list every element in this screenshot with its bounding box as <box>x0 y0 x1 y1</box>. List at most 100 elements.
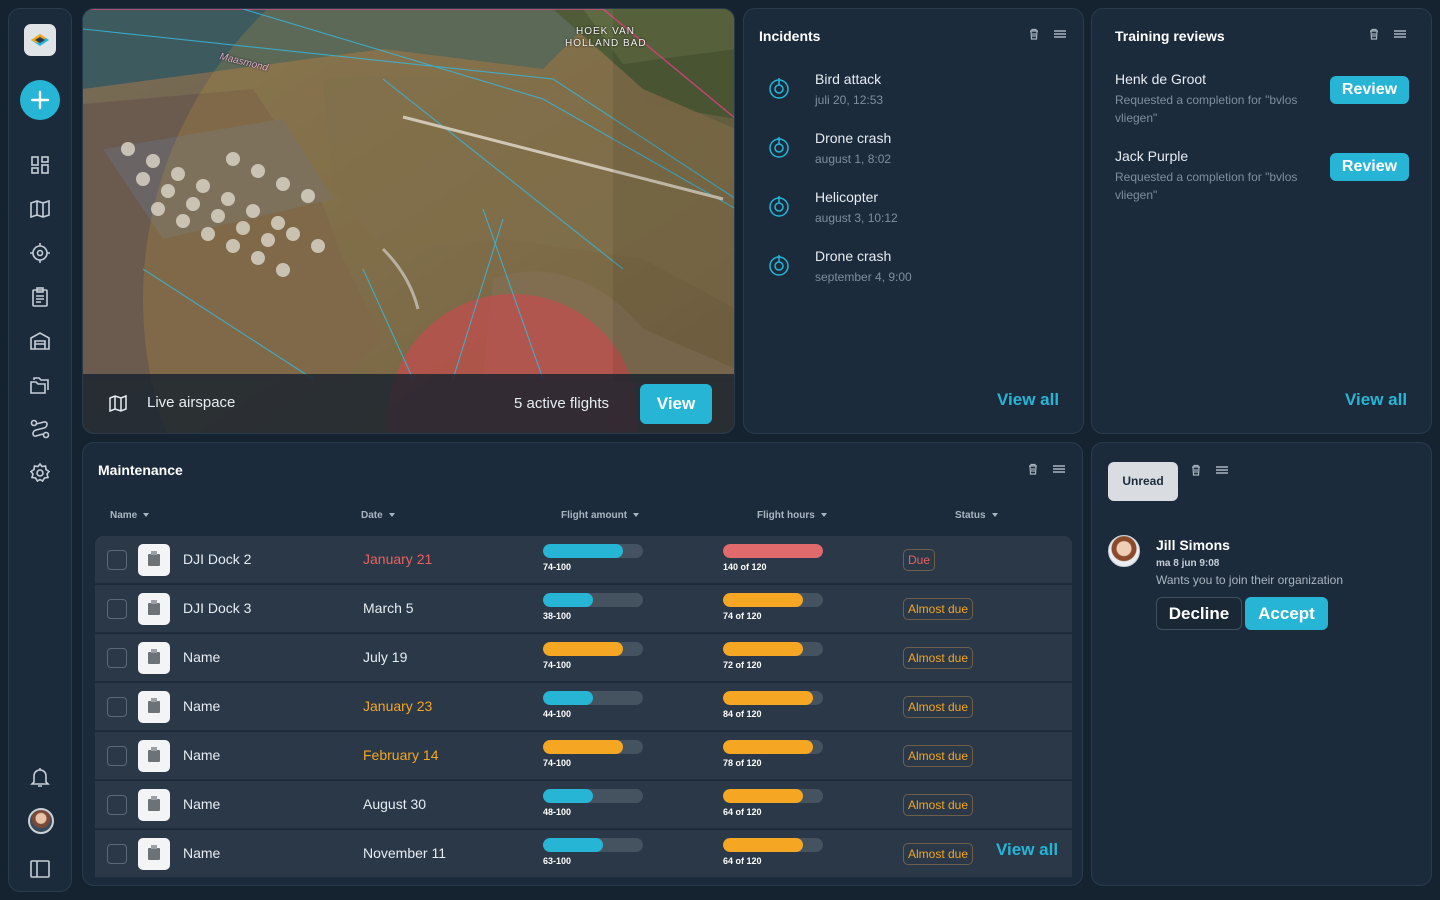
trash-icon[interactable] <box>1367 27 1381 41</box>
flight-amount-fill <box>543 544 623 558</box>
app-logo[interactable] <box>24 24 56 56</box>
table-row[interactable]: Name November 11 63-100 64 of 120 Almost due <box>95 830 1072 878</box>
map-label-town: HOEK VAN <box>576 26 635 37</box>
flight-hours-bar <box>723 740 823 754</box>
menu-icon[interactable] <box>1393 27 1407 41</box>
review-button[interactable]: Review <box>1330 76 1409 104</box>
training-title: Training reviews <box>1115 28 1225 44</box>
column-header-name[interactable]: Name <box>110 510 149 521</box>
table-row[interactable]: Name February 14 74-100 78 of 120 Almost due <box>95 732 1072 780</box>
table-row[interactable]: DJI Dock 2 January 21 74-100 140 of 120 Due <box>95 536 1072 584</box>
flight-hours-fill <box>723 593 803 607</box>
incident-item[interactable]: Helicopter august 3, 10:12 <box>766 189 1066 233</box>
settings-icon[interactable] <box>28 461 52 485</box>
trash-icon[interactable] <box>1026 462 1040 476</box>
flight-amount-bar <box>543 544 643 558</box>
column-header-flight-hours[interactable]: Flight hours <box>757 510 827 521</box>
review-description: Requested a completion for "bvlos vliege… <box>1115 170 1298 202</box>
flight-hours-fill <box>723 740 813 754</box>
incident-title: Drone crash <box>815 130 892 146</box>
flight-hours-bar <box>723 593 823 607</box>
incidents-panel: Incidents Bird attack juli 20, 12:53 Dro… <box>743 8 1084 434</box>
status-badge: Almost due <box>903 794 974 816</box>
notifications-panel: Unread Jill Simons ma 8 jun 9:08 Wants y… <box>1091 442 1432 886</box>
flight-amount-bar <box>543 789 643 803</box>
accept-button[interactable]: Accept <box>1245 597 1328 630</box>
row-checkbox[interactable] <box>107 697 127 717</box>
row-checkbox[interactable] <box>107 795 127 815</box>
table-row[interactable]: Name July 19 74-100 72 of 120 Almost due <box>95 634 1072 682</box>
asset-name: Name <box>183 845 221 861</box>
maintenance-date: August 30 <box>363 796 427 812</box>
row-checkbox[interactable] <box>107 599 127 619</box>
unread-filter-button[interactable]: Unread <box>1108 462 1178 501</box>
panel-toggle-icon[interactable] <box>28 857 52 881</box>
maintenance-panel: Maintenance Name Date Flight amount Flig… <box>82 442 1083 886</box>
flight-amount-bar <box>543 593 643 607</box>
flight-amount-fill <box>543 740 623 754</box>
column-header-flight-amount[interactable]: Flight amount <box>561 510 639 521</box>
maintenance-view-all-link[interactable]: View all <box>996 840 1058 860</box>
flight-amount-bar <box>543 642 643 656</box>
flight-amount-label: 38-100 <box>543 611 572 621</box>
row-checkbox[interactable] <box>107 648 127 668</box>
asset-name: DJI Dock 2 <box>183 551 252 567</box>
table-row[interactable]: Name August 30 48-100 64 of 120 Almost due <box>95 781 1072 829</box>
map-icon <box>108 393 128 413</box>
row-checkbox[interactable] <box>107 550 127 570</box>
incident-item[interactable]: Drone crash august 1, 8:02 <box>766 130 1066 174</box>
incident-item[interactable]: Drone crash september 4, 9:00 <box>766 248 1066 292</box>
table-row[interactable]: DJI Dock 3 March 5 38-100 74 of 120 Almost d… <box>95 585 1072 633</box>
incident-date: august 3, 10:12 <box>815 211 898 225</box>
incident-item[interactable]: Bird attack juli 20, 12:53 <box>766 71 1066 115</box>
add-button[interactable] <box>20 80 60 120</box>
reviewer-name: Henk de Groot <box>1115 71 1207 87</box>
view-airspace-button[interactable]: View <box>640 384 712 424</box>
table-row[interactable]: Name January 23 44-100 84 of 120 Almost due <box>95 683 1072 731</box>
bell-icon[interactable] <box>28 765 52 789</box>
live-airspace-map[interactable]: HOEK VAN HOLLAND BAD Maasmond Live airsp… <box>82 8 735 434</box>
maintenance-date: January 23 <box>363 698 433 714</box>
review-button[interactable]: Review <box>1330 153 1409 181</box>
target-icon[interactable] <box>28 241 52 265</box>
user-avatar[interactable] <box>28 808 54 834</box>
menu-icon[interactable] <box>1052 462 1066 476</box>
maintenance-date: February 14 <box>363 747 439 763</box>
flight-hours-bar <box>723 838 823 852</box>
flight-hours-label: 64 of 120 <box>723 856 762 866</box>
menu-icon[interactable] <box>1215 463 1229 477</box>
menu-icon[interactable] <box>1053 27 1067 41</box>
clipboard-icon[interactable] <box>28 285 52 309</box>
flight-amount-label: 74-100 <box>543 562 572 572</box>
asset-name: Name <box>183 796 221 812</box>
sender-name: Jill Simons <box>1156 537 1230 553</box>
folders-icon[interactable] <box>28 373 52 397</box>
incident-date: september 4, 9:00 <box>815 270 912 284</box>
flight-hours-fill <box>723 544 823 558</box>
flight-hours-label: 74 of 120 <box>723 611 762 621</box>
notification-time: ma 8 jun 9:08 <box>1156 558 1220 569</box>
flight-hours-fill <box>723 642 803 656</box>
trash-icon[interactable] <box>1027 27 1041 41</box>
flight-amount-fill <box>543 789 593 803</box>
flight-amount-fill <box>543 838 603 852</box>
trash-icon[interactable] <box>1189 463 1203 477</box>
decline-button[interactable]: Decline <box>1156 597 1242 630</box>
column-header-status[interactable]: Status <box>955 510 998 521</box>
hangar-icon[interactable] <box>28 329 52 353</box>
maintenance-date: November 11 <box>363 845 447 861</box>
training-view-all-link[interactable]: View all <box>1345 390 1407 410</box>
notification-message: Wants you to join their organization <box>1156 573 1343 587</box>
map-canvas[interactable] <box>83 9 735 434</box>
column-header-date[interactable]: Date <box>361 510 395 521</box>
dashboard-icon[interactable] <box>28 153 52 177</box>
row-checkbox[interactable] <box>107 844 127 864</box>
flight-amount-label: 44-100 <box>543 709 572 719</box>
route-icon[interactable] <box>28 417 52 441</box>
row-checkbox[interactable] <box>107 746 127 766</box>
flight-hours-fill <box>723 838 803 852</box>
map-icon[interactable] <box>28 197 52 221</box>
incidents-view-all-link[interactable]: View all <box>997 390 1059 410</box>
flight-hours-label: 64 of 120 <box>723 807 762 817</box>
flight-amount-fill <box>543 642 623 656</box>
